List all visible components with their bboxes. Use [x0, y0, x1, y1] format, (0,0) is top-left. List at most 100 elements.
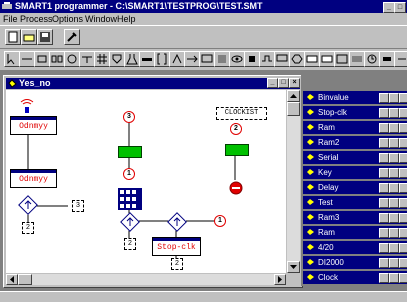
var-min-button[interactable] [379, 183, 389, 193]
var-close-button[interactable] [399, 243, 407, 253]
var-max-button[interactable] [389, 138, 399, 148]
maximize-button[interactable]: □ [394, 2, 406, 13]
var-max-button[interactable] [389, 183, 399, 193]
var-max-button[interactable] [389, 153, 399, 163]
var-min-button[interactable] [379, 138, 389, 148]
var-min-button[interactable] [379, 168, 389, 178]
flow-tool[interactable] [184, 51, 200, 67]
var-min-button[interactable] [379, 108, 389, 118]
doc-close-button[interactable]: × [289, 78, 300, 88]
module-tool[interactable] [214, 51, 230, 67]
counter-tool[interactable] [319, 51, 335, 67]
save-button[interactable] [37, 29, 53, 45]
circle-tool[interactable] [64, 51, 80, 67]
doc-maximize-button[interactable]: □ [278, 78, 289, 88]
variable-item[interactable]: 4/20 [303, 241, 407, 254]
menu-window[interactable]: Window [85, 13, 117, 25]
var-min-button[interactable] [379, 228, 389, 238]
var-close-button[interactable] [399, 213, 407, 223]
beaker-tool[interactable] [124, 51, 140, 67]
node-square-2-left[interactable]: 2 [22, 222, 34, 234]
variable-item[interactable]: Clock [303, 271, 407, 284]
node-square-2-bottom[interactable]: 2 [171, 258, 183, 270]
var-min-button[interactable] [379, 213, 389, 223]
var-min-button[interactable] [379, 93, 389, 103]
menu-process[interactable]: Process [20, 13, 53, 25]
node-circle-1[interactable]: 1 [123, 168, 135, 180]
var-close-button[interactable] [399, 183, 407, 193]
var-min-button[interactable] [379, 243, 389, 253]
variable-item[interactable]: Ram [303, 226, 407, 239]
var-min-button[interactable] [379, 123, 389, 133]
var-min-button[interactable] [379, 273, 389, 283]
scroll-right-button[interactable] [274, 274, 286, 285]
bcd-tool[interactable] [304, 51, 320, 67]
var-close-button[interactable] [399, 123, 407, 133]
var-close-button[interactable] [399, 153, 407, 163]
hscroll-thumb[interactable] [18, 274, 32, 285]
buzzer-tool[interactable] [379, 51, 395, 67]
var-max-button[interactable] [389, 243, 399, 253]
eye-tool[interactable] [229, 51, 245, 67]
compile-button[interactable] [64, 29, 80, 45]
var-max-button[interactable] [389, 108, 399, 118]
open-button[interactable] [21, 29, 37, 45]
variable-item[interactable]: Binvalue [303, 91, 407, 104]
var-close-button[interactable] [399, 198, 407, 208]
var-close-button[interactable] [399, 258, 407, 268]
var-max-button[interactable] [389, 258, 399, 268]
dash-tool[interactable] [139, 51, 155, 67]
monitor-tool[interactable] [199, 51, 215, 67]
variable-item[interactable]: Ram3 [303, 211, 407, 224]
node-circle-3[interactable]: 3 [123, 111, 135, 123]
green-block-1[interactable] [118, 146, 142, 158]
variable-item[interactable]: Ram [303, 121, 407, 134]
node-circle-2[interactable]: 2 [230, 123, 242, 135]
var-max-button[interactable] [389, 93, 399, 103]
scroll-left-button[interactable] [6, 274, 18, 285]
timer-tool[interactable] [364, 51, 380, 67]
display-tool[interactable] [349, 51, 365, 67]
vertical-scrollbar[interactable] [287, 90, 300, 273]
var-min-button[interactable] [379, 258, 389, 268]
chip-tool[interactable] [244, 51, 260, 67]
horizontal-scrollbar[interactable] [6, 274, 286, 285]
scroll-down-button[interactable] [287, 261, 300, 273]
bracket-tool[interactable] [154, 51, 170, 67]
branch-tool[interactable] [169, 51, 185, 67]
variable-item[interactable]: Key [303, 166, 407, 179]
variable-item[interactable]: Delay [303, 181, 407, 194]
link-tool[interactable] [19, 51, 35, 67]
var-min-button[interactable] [379, 153, 389, 163]
new-button[interactable] [5, 29, 21, 45]
green-block-2[interactable] [225, 144, 249, 156]
var-close-button[interactable] [399, 273, 407, 283]
menu-options[interactable]: Options [52, 13, 83, 25]
dual-box-tool[interactable] [49, 51, 65, 67]
grid-tool[interactable] [94, 51, 110, 67]
variable-item[interactable]: Stop-clk [303, 106, 407, 119]
hex-tool[interactable] [289, 51, 305, 67]
var-close-button[interactable] [399, 168, 407, 178]
var-max-button[interactable] [389, 273, 399, 283]
menu-help[interactable]: Help [117, 13, 136, 25]
var-close-button[interactable] [399, 108, 407, 118]
label-stop-clk[interactable]: Stop-clk [152, 237, 201, 256]
var-close-button[interactable] [399, 138, 407, 148]
variable-item[interactable]: DI2000 [303, 256, 407, 269]
var-max-button[interactable] [389, 198, 399, 208]
label-clockist[interactable]: CLOCKIST [216, 107, 267, 120]
shield-tool[interactable] [109, 51, 125, 67]
node-circle-1-right[interactable]: 1 [214, 215, 226, 227]
scroll-up-button[interactable] [287, 90, 300, 102]
program-canvas[interactable]: Odnmyy Odnmyy 3 2 3 1 1 2 Stop-clk 2 CLO… [6, 90, 286, 273]
var-close-button[interactable] [399, 228, 407, 238]
var-max-button[interactable] [389, 168, 399, 178]
node-square-2-mid[interactable]: 2 [124, 238, 136, 250]
var-max-button[interactable] [389, 213, 399, 223]
label-odnmyy-1[interactable]: Odnmyy [10, 116, 57, 135]
box-tool[interactable] [34, 51, 50, 67]
more-tool[interactable] [394, 51, 407, 67]
variable-item[interactable]: Test [303, 196, 407, 209]
var-max-button[interactable] [389, 228, 399, 238]
